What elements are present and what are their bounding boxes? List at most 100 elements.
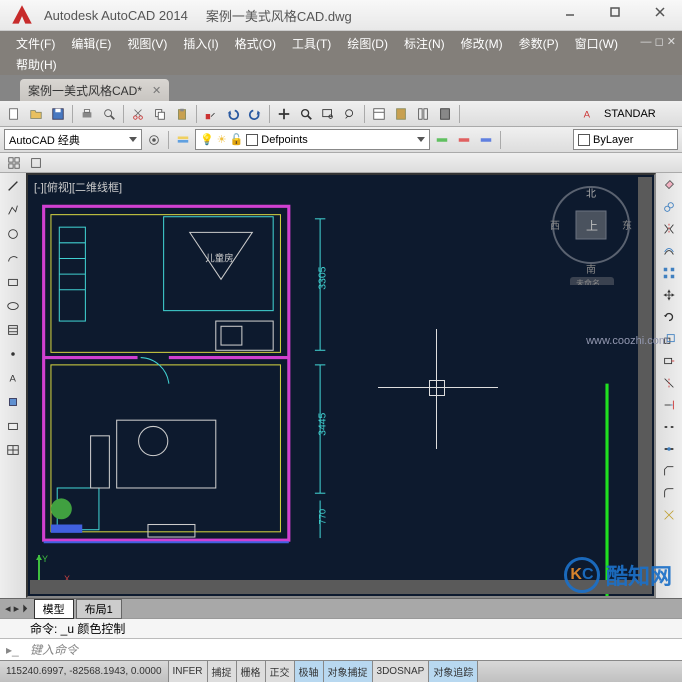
- layer-iso-icon[interactable]: [432, 130, 452, 150]
- textstyle-combo[interactable]: STANDAR: [600, 103, 678, 124]
- copy-icon[interactable]: [150, 104, 170, 124]
- toggle-otrack[interactable]: 对象追踪: [429, 661, 478, 682]
- layer-props-icon[interactable]: [173, 130, 193, 150]
- view-cube[interactable]: 上 北 南 西 东 未命名: [546, 185, 636, 285]
- toggle-ortho[interactable]: 正交: [266, 661, 295, 682]
- line-icon[interactable]: [2, 175, 24, 197]
- menu-insert[interactable]: 插入(I): [175, 33, 226, 54]
- print-icon[interactable]: [77, 104, 97, 124]
- offset-icon[interactable]: [659, 241, 679, 261]
- close-button[interactable]: [637, 0, 682, 24]
- open-icon[interactable]: [26, 104, 46, 124]
- minimize-button[interactable]: [547, 0, 592, 24]
- command-input[interactable]: ▸_ 键入命令: [0, 638, 682, 660]
- pline-icon[interactable]: [2, 199, 24, 221]
- extend-icon[interactable]: [659, 395, 679, 415]
- menu-format[interactable]: 格式(O): [227, 33, 284, 54]
- layer-combo[interactable]: 💡 ☀ 🔓 Defpoints: [195, 129, 430, 150]
- circle-icon[interactable]: [2, 223, 24, 245]
- erase-icon[interactable]: [659, 175, 679, 195]
- color-swatch: [578, 134, 590, 146]
- chamfer-icon[interactable]: [659, 461, 679, 481]
- trim-icon[interactable]: [659, 373, 679, 393]
- undo-icon[interactable]: [223, 104, 243, 124]
- sheet-icon[interactable]: [391, 104, 411, 124]
- xref-icon[interactable]: A: [578, 104, 598, 124]
- hatch-icon[interactable]: [2, 319, 24, 341]
- mirror-icon[interactable]: [659, 219, 679, 239]
- menu-help[interactable]: 帮助(H): [8, 54, 65, 75]
- properties-icon[interactable]: [369, 104, 389, 124]
- coords-readout[interactable]: 115240.6997, -82568.1943, 0.0000: [0, 661, 169, 682]
- join-icon[interactable]: [659, 439, 679, 459]
- menu-file[interactable]: 文件(F): [8, 33, 63, 54]
- menu-tools[interactable]: 工具(T): [284, 33, 339, 54]
- app-title: Autodesk AutoCAD 2014: [44, 8, 188, 23]
- rotate-icon[interactable]: [659, 307, 679, 327]
- horizontal-scrollbar[interactable]: [30, 580, 638, 594]
- move-icon[interactable]: [659, 285, 679, 305]
- match-icon[interactable]: [201, 104, 221, 124]
- array-icon[interactable]: [659, 263, 679, 283]
- text-icon[interactable]: A: [2, 367, 24, 389]
- cut-icon[interactable]: [128, 104, 148, 124]
- block-icon[interactable]: [2, 391, 24, 413]
- toggle-snap[interactable]: 捕捉: [208, 661, 237, 682]
- layer-match-icon[interactable]: [476, 130, 496, 150]
- tool-palette-icon[interactable]: [413, 104, 433, 124]
- point-icon[interactable]: [2, 343, 24, 365]
- zoom-icon[interactable]: [296, 104, 316, 124]
- table-icon[interactable]: [2, 439, 24, 461]
- maximize-button[interactable]: [592, 0, 637, 24]
- pan-icon[interactable]: [274, 104, 294, 124]
- zoom-prev-icon[interactable]: [340, 104, 360, 124]
- toggle-polar[interactable]: 极轴: [295, 661, 324, 682]
- fillet-icon[interactable]: [659, 483, 679, 503]
- ellipse-icon[interactable]: [2, 295, 24, 317]
- copy-obj-icon[interactable]: [659, 197, 679, 217]
- stretch-icon[interactable]: [659, 351, 679, 371]
- save-icon[interactable]: [48, 104, 68, 124]
- menu-view[interactable]: 视图(V): [119, 33, 175, 54]
- layer-name: Defpoints: [261, 134, 307, 146]
- workspace-settings-icon[interactable]: [144, 130, 164, 150]
- new-icon[interactable]: [4, 104, 24, 124]
- svg-text:3305: 3305: [317, 266, 328, 289]
- toggle-grid[interactable]: 栅格: [237, 661, 266, 682]
- svg-text:未命名: 未命名: [576, 278, 600, 285]
- menu-modify[interactable]: 修改(M): [453, 33, 511, 54]
- model-tab[interactable]: 模型: [34, 599, 74, 619]
- menu-draw[interactable]: 绘图(D): [339, 33, 396, 54]
- grid-icon[interactable]: [4, 153, 24, 173]
- toggle-infer[interactable]: INFER: [169, 661, 208, 682]
- redo-icon[interactable]: [245, 104, 265, 124]
- zoom-window-icon[interactable]: [318, 104, 338, 124]
- arc-icon[interactable]: [2, 247, 24, 269]
- layer-prev-icon[interactable]: [454, 130, 474, 150]
- close-tab-icon[interactable]: ✕: [152, 84, 161, 97]
- menu-window[interactable]: 窗口(W): [567, 33, 626, 54]
- chevron-down-icon: [417, 137, 425, 142]
- drawing-canvas[interactable]: [-][俯视][二维线框] 儿童房: [26, 173, 656, 598]
- menu-param[interactable]: 参数(P): [511, 33, 567, 54]
- toggle-3dosnap[interactable]: 3DOSNAP: [373, 661, 430, 682]
- toggle-osnap[interactable]: 对象捕捉: [324, 661, 373, 682]
- workspace-value: AutoCAD 经典: [9, 132, 80, 148]
- break-icon[interactable]: [659, 417, 679, 437]
- file-tab[interactable]: 案例一美式风格CAD* ✕: [20, 79, 169, 101]
- model-icon[interactable]: [26, 153, 46, 173]
- menu-edit[interactable]: 编辑(E): [63, 33, 119, 54]
- rectangle-icon[interactable]: [2, 271, 24, 293]
- color-combo[interactable]: ByLayer: [573, 129, 678, 150]
- vertical-scrollbar[interactable]: [638, 177, 652, 594]
- menu-dim[interactable]: 标注(N): [396, 33, 453, 54]
- watermark-logo-icon: KC: [564, 557, 600, 593]
- preview-icon[interactable]: [99, 104, 119, 124]
- doc-window-controls[interactable]: — ◻ ✕: [641, 35, 676, 48]
- calc-icon[interactable]: [435, 104, 455, 124]
- layout-tab[interactable]: 布局1: [76, 599, 122, 619]
- explode-icon[interactable]: [659, 505, 679, 525]
- region-icon[interactable]: [2, 415, 24, 437]
- workspace-combo[interactable]: AutoCAD 经典: [4, 129, 142, 150]
- paste-icon[interactable]: [172, 104, 192, 124]
